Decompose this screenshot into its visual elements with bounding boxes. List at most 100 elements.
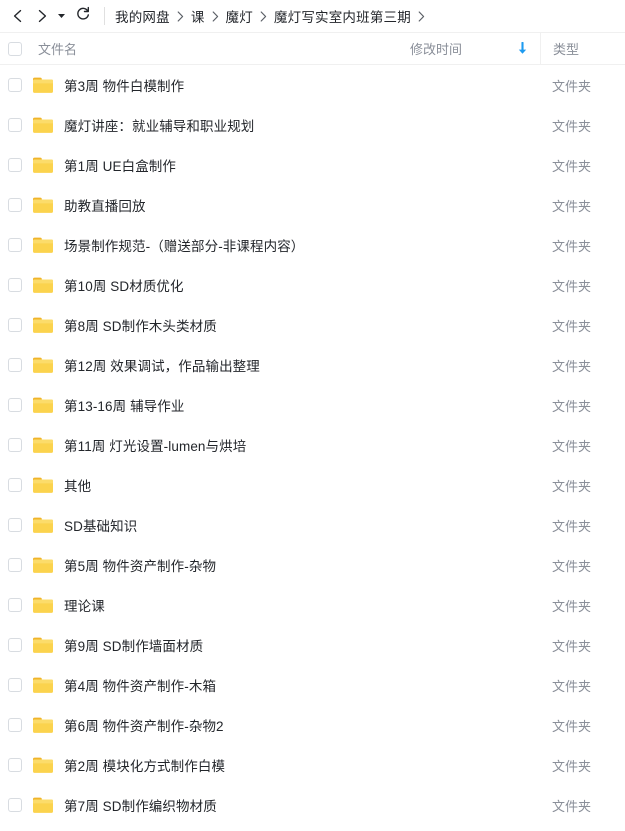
table-row[interactable]: 魔灯讲座：就业辅导和职业规划 文件夹 <box>0 105 625 145</box>
row-checkbox-cell[interactable] <box>0 518 28 532</box>
file-type: 文件夹 <box>552 718 592 734</box>
row-checkbox[interactable] <box>8 518 22 532</box>
folder-icon <box>32 676 54 694</box>
row-checkbox[interactable] <box>8 78 22 92</box>
table-row[interactable]: 第10周 SD材质优化 文件夹 <box>0 265 625 305</box>
row-checkbox-cell[interactable] <box>0 598 28 612</box>
table-row[interactable]: 第2周 模块化方式制作白模 文件夹 <box>0 745 625 785</box>
row-checkbox-cell[interactable] <box>0 798 28 812</box>
row-checkbox-cell[interactable] <box>0 438 28 452</box>
row-checkbox[interactable] <box>8 438 22 452</box>
column-header-modified-time-label: 修改时间 <box>410 42 463 57</box>
row-checkbox[interactable] <box>8 158 22 172</box>
table-row[interactable]: 第12周 效果调试，作品输出整理 文件夹 <box>0 345 625 385</box>
table-row[interactable]: 第13-16周 辅导作业 文件夹 <box>0 385 625 425</box>
column-header-modified-time[interactable]: 修改时间 <box>410 39 540 58</box>
row-checkbox[interactable] <box>8 598 22 612</box>
file-name-cell[interactable]: 第3周 物件白模制作 <box>28 75 410 95</box>
table-row[interactable]: 场景制作规范-（赠送部分-非课程内容） 文件夹 <box>0 225 625 265</box>
row-checkbox-cell[interactable] <box>0 718 28 732</box>
file-name-cell[interactable]: 第7周 SD制作编织物材质 <box>28 795 410 815</box>
file-name-label: 第4周 物件资产制作-木箱 <box>64 679 217 694</box>
row-checkbox[interactable] <box>8 558 22 572</box>
breadcrumb-item-current[interactable]: 魔灯写实室内班第三期 <box>274 6 411 26</box>
breadcrumb-item-ke[interactable]: 课 <box>191 6 205 26</box>
table-row[interactable]: 第5周 物件资产制作-杂物 文件夹 <box>0 545 625 585</box>
file-name-cell[interactable]: 第5周 物件资产制作-杂物 <box>28 555 410 575</box>
table-row[interactable]: 其他 文件夹 <box>0 465 625 505</box>
file-name-cell[interactable]: 场景制作规范-（赠送部分-非课程内容） <box>28 235 410 255</box>
file-type: 文件夹 <box>552 278 592 294</box>
file-name-cell[interactable]: 第10周 SD材质优化 <box>28 275 410 295</box>
row-checkbox-cell[interactable] <box>0 558 28 572</box>
select-all-checkbox[interactable] <box>8 41 22 56</box>
file-name-cell[interactable]: 其他 <box>28 475 410 495</box>
row-checkbox[interactable] <box>8 318 22 332</box>
row-checkbox[interactable] <box>8 718 22 732</box>
row-checkbox-cell[interactable] <box>0 118 28 132</box>
row-checkbox-cell[interactable] <box>0 638 28 652</box>
file-name-cell[interactable]: 第6周 物件资产制作-杂物2 <box>28 715 410 735</box>
file-name-cell[interactable]: 第1周 UE白盒制作 <box>28 155 410 175</box>
row-checkbox[interactable] <box>8 678 22 692</box>
row-checkbox-cell[interactable] <box>0 318 28 332</box>
history-dropdown-button[interactable] <box>54 3 68 29</box>
row-checkbox-cell[interactable] <box>0 198 28 212</box>
file-name-cell[interactable]: 魔灯讲座：就业辅导和职业规划 <box>28 115 410 135</box>
table-row[interactable]: SD基础知识 文件夹 <box>0 505 625 545</box>
table-row[interactable]: 第4周 物件资产制作-木箱 文件夹 <box>0 665 625 705</box>
file-name-label: 第12周 效果调试，作品输出整理 <box>64 359 260 374</box>
row-checkbox[interactable] <box>8 198 22 212</box>
file-type: 文件夹 <box>552 798 592 814</box>
row-checkbox[interactable] <box>8 238 22 252</box>
back-button[interactable] <box>6 3 30 29</box>
file-name-cell[interactable]: 第9周 SD制作墙面材质 <box>28 635 410 655</box>
row-checkbox[interactable] <box>8 118 22 132</box>
column-header-name[interactable]: 文件名 <box>28 39 410 58</box>
file-name-cell[interactable]: SD基础知识 <box>28 515 410 535</box>
row-checkbox-cell[interactable] <box>0 678 28 692</box>
file-name-cell[interactable]: 第4周 物件资产制作-木箱 <box>28 675 410 695</box>
file-type: 文件夹 <box>552 318 592 334</box>
file-name-cell[interactable]: 助教直播回放 <box>28 195 410 215</box>
refresh-button[interactable] <box>70 3 96 29</box>
file-name-cell[interactable]: 第12周 效果调试，作品输出整理 <box>28 355 410 375</box>
file-name-cell[interactable]: 第8周 SD制作木头类材质 <box>28 315 410 335</box>
row-checkbox-cell[interactable] <box>0 398 28 412</box>
file-name-cell[interactable]: 第2周 模块化方式制作白模 <box>28 755 410 775</box>
forward-button[interactable] <box>30 3 54 29</box>
table-row[interactable]: 第3周 物件白模制作 文件夹 <box>0 65 625 105</box>
row-checkbox[interactable] <box>8 638 22 652</box>
row-checkbox[interactable] <box>8 398 22 412</box>
row-checkbox-cell[interactable] <box>0 278 28 292</box>
table-row[interactable]: 理论课 文件夹 <box>0 585 625 625</box>
select-all-cell[interactable] <box>0 41 28 56</box>
row-checkbox-cell[interactable] <box>0 758 28 772</box>
row-checkbox-cell[interactable] <box>0 158 28 172</box>
row-checkbox[interactable] <box>8 278 22 292</box>
table-row[interactable]: 第11周 灯光设置-lumen与烘培 文件夹 <box>0 425 625 465</box>
file-name-cell[interactable]: 理论课 <box>28 595 410 615</box>
row-checkbox[interactable] <box>8 798 22 812</box>
file-name-cell[interactable]: 第11周 灯光设置-lumen与烘培 <box>28 435 410 455</box>
file-name-label: 第3周 物件白模制作 <box>64 79 185 94</box>
breadcrumb-item-root[interactable]: 我的网盘 <box>115 6 170 26</box>
breadcrumb-item-modeng[interactable]: 魔灯 <box>226 6 253 26</box>
file-type: 文件夹 <box>552 558 592 574</box>
table-row[interactable]: 第1周 UE白盒制作 文件夹 <box>0 145 625 185</box>
row-checkbox[interactable] <box>8 478 22 492</box>
column-header-type[interactable]: 类型 <box>540 32 625 65</box>
table-row[interactable]: 第9周 SD制作墙面材质 文件夹 <box>0 625 625 665</box>
row-checkbox[interactable] <box>8 358 22 372</box>
row-checkbox-cell[interactable] <box>0 478 28 492</box>
sort-descending-arrow-icon[interactable] <box>517 42 528 55</box>
table-row[interactable]: 第7周 SD制作编织物材质 文件夹 <box>0 785 625 825</box>
row-checkbox[interactable] <box>8 758 22 772</box>
table-row[interactable]: 第8周 SD制作木头类材质 文件夹 <box>0 305 625 345</box>
row-checkbox-cell[interactable] <box>0 78 28 92</box>
file-name-cell[interactable]: 第13-16周 辅导作业 <box>28 395 410 415</box>
table-row[interactable]: 第6周 物件资产制作-杂物2 文件夹 <box>0 705 625 745</box>
row-checkbox-cell[interactable] <box>0 238 28 252</box>
row-checkbox-cell[interactable] <box>0 358 28 372</box>
table-row[interactable]: 助教直播回放 文件夹 <box>0 185 625 225</box>
